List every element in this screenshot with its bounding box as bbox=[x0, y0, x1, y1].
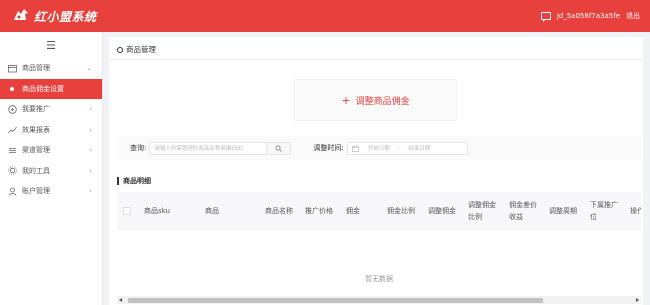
range-separator: ~ bbox=[396, 145, 402, 151]
search-button[interactable] bbox=[267, 141, 292, 155]
title-bar-icon bbox=[117, 177, 119, 185]
scroll-thumb[interactable] bbox=[128, 297, 543, 303]
sidebar-item-label: 我要推广 bbox=[22, 105, 50, 114]
table-header: 商品sku 商品 商品名称 推广价格 佣金 佣金比例 调整佣金 调整佣金比例 佣… bbox=[117, 192, 641, 230]
sidebar-item-label: 效果报表 bbox=[22, 125, 50, 134]
logout-link[interactable]: 退出 bbox=[626, 11, 640, 21]
section-title: 商品明细 bbox=[117, 176, 151, 186]
col-product[interactable]: 商品 bbox=[205, 192, 219, 230]
app-title: 红小盟系统 bbox=[34, 9, 97, 24]
sidebar-item-label: 账户管理 bbox=[22, 187, 50, 196]
sidebar-item-reports[interactable]: 效果报表 ‹ bbox=[0, 120, 102, 141]
search-icon bbox=[275, 145, 283, 152]
sidebar-item-label: 商品佣金设置 bbox=[22, 84, 64, 93]
adjust-commission-button[interactable]: + 调整商品佣金 bbox=[294, 79, 457, 121]
table-body: 暂无数据 bbox=[117, 230, 641, 292]
page-title: 商品管理 bbox=[126, 45, 156, 54]
scroll-left-icon[interactable] bbox=[119, 297, 122, 302]
sidebar: ☰ 商品管理 ⌄ 商品佣金设置 我要推广 ‹ 效果报表 ‹ 渠道管理 ‹ 我的工… bbox=[0, 32, 103, 305]
col-commission[interactable]: 佣金 bbox=[346, 192, 360, 230]
end-date-field[interactable]: 结束日期 bbox=[408, 144, 430, 152]
user-name[interactable]: jd_5a058f7a3a5fe bbox=[557, 12, 620, 20]
chevron-left-icon: ‹ bbox=[89, 125, 92, 134]
col-actions[interactable]: 操作 bbox=[630, 192, 641, 230]
sidebar-item-label: 我的工具 bbox=[22, 166, 50, 175]
col-commission-ratio[interactable]: 佣金比例 bbox=[387, 192, 415, 230]
tool-icon bbox=[8, 166, 17, 175]
main-panel: 商品管理 + 调整商品佣金 查询: 请输入所需管理的商品名称或编码ID 调整时间… bbox=[109, 37, 643, 305]
sidebar-item-commission-settings[interactable]: 商品佣金设置 bbox=[0, 78, 102, 99]
app-logo[interactable]: 红小盟系统 bbox=[12, 8, 97, 25]
scroll-right-icon[interactable] bbox=[636, 297, 639, 302]
col-commission-diff[interactable]: 佣金差价收益 bbox=[509, 192, 537, 230]
query-label: 查询: bbox=[130, 144, 147, 152]
col-promo-price[interactable]: 推广价格 bbox=[305, 192, 333, 230]
chevron-left-icon: ‹ bbox=[89, 146, 92, 155]
circle-icon bbox=[117, 46, 123, 53]
sidebar-item-label: 商品管理 bbox=[22, 64, 50, 73]
message-icon[interactable] bbox=[540, 12, 551, 22]
date-range-picker[interactable]: 开始日期 ~ 结束日期 bbox=[346, 141, 468, 155]
shop-icon bbox=[8, 64, 17, 73]
sidebar-item-promote[interactable]: 我要推广 ‹ bbox=[0, 99, 102, 120]
sidebar-item-product-management[interactable]: 商品管理 ⌄ bbox=[0, 58, 102, 79]
select-all-checkbox[interactable] bbox=[123, 207, 131, 215]
empty-text: 暂无数据 bbox=[365, 275, 393, 283]
col-sku[interactable]: 商品sku bbox=[144, 192, 170, 230]
start-date-field[interactable]: 开始日期 bbox=[368, 144, 390, 152]
plus-icon: + bbox=[341, 93, 351, 107]
logo-icon bbox=[12, 8, 30, 24]
col-adjust-cycle[interactable]: 调整周期 bbox=[549, 192, 577, 230]
col-sub-positions[interactable]: 下属推广位 bbox=[590, 192, 618, 230]
sidebar-item-tools[interactable]: 我的工具 ‹ bbox=[0, 161, 102, 182]
time-label: 调整时间: bbox=[313, 144, 344, 152]
col-adjusted-ratio[interactable]: 调整佣金比例 bbox=[468, 192, 496, 230]
user-icon bbox=[8, 187, 17, 196]
divider bbox=[109, 59, 643, 60]
sidebar-item-label: 渠道管理 bbox=[22, 146, 50, 155]
breadcrumb: 商品管理 bbox=[117, 44, 156, 55]
chevron-left-icon: ‹ bbox=[89, 187, 92, 196]
menu-toggle-icon[interactable]: ☰ bbox=[0, 32, 102, 58]
horizontal-scrollbar[interactable] bbox=[117, 296, 641, 304]
col-product-name[interactable]: 商品名称 bbox=[265, 192, 293, 230]
channel-icon bbox=[8, 146, 17, 155]
chart-icon bbox=[8, 125, 17, 134]
chevron-left-icon: ‹ bbox=[89, 105, 92, 114]
top-header: 红小盟系统 jd_5a058f7a3a5fe 退出 bbox=[0, 0, 650, 32]
chevron-down-icon: ⌄ bbox=[86, 64, 92, 73]
adjust-commission-label: 调整商品佣金 bbox=[355, 96, 410, 107]
col-adjusted-commission[interactable]: 调整佣金 bbox=[428, 192, 456, 230]
chevron-left-icon: ‹ bbox=[89, 166, 92, 175]
filter-bar: 查询: 请输入所需管理的商品名称或编码ID 调整时间: 开始日期 ~ 结束日期 bbox=[117, 136, 641, 160]
sidebar-item-account[interactable]: 账户管理 ‹ bbox=[0, 181, 102, 202]
promote-icon bbox=[8, 105, 17, 114]
calendar-icon bbox=[351, 145, 359, 152]
active-dot-icon bbox=[10, 86, 14, 91]
section-title-label: 商品明细 bbox=[123, 177, 151, 185]
sidebar-item-channels[interactable]: 渠道管理 ‹ bbox=[0, 140, 102, 161]
search-input[interactable]: 请输入所需管理的商品名称或编码ID bbox=[149, 141, 268, 155]
